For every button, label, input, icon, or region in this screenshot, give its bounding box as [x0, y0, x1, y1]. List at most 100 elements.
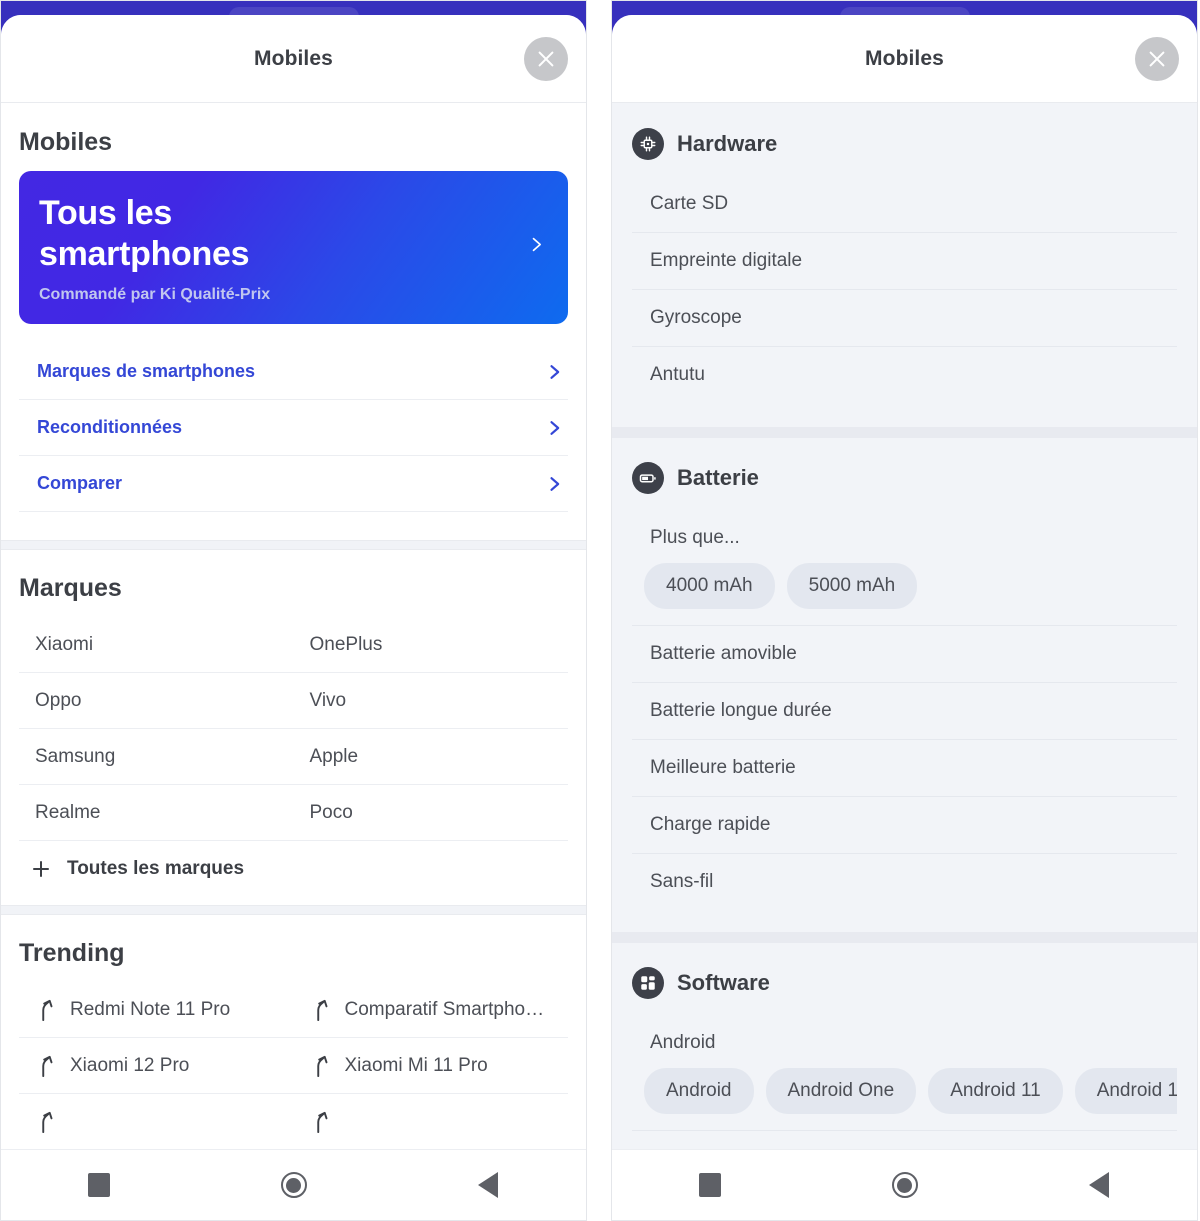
trending-item[interactable]: Comparatif Smartpho…	[293, 982, 568, 1038]
triangle-back-icon	[1089, 1172, 1110, 1198]
left-sheet-body[interactable]: Mobiles Tous les smartphones Commandé pa…	[1, 104, 586, 1220]
filter-section-label: Software	[677, 970, 770, 995]
section-divider	[612, 932, 1197, 943]
brand-label: OnePlus	[309, 633, 383, 655]
trending-item[interactable]	[293, 1094, 568, 1150]
filter-label: Sans-fil	[650, 871, 714, 892]
chip[interactable]: 5000 mAh	[786, 563, 918, 609]
chevron-right-icon	[544, 472, 568, 496]
filter-row[interactable]: Batterie longue durée	[632, 683, 1177, 740]
home-button[interactable]	[807, 1172, 1002, 1198]
link-row-marques-de-smartphones[interactable]: Marques de smartphones	[19, 344, 568, 400]
square-icon	[698, 1173, 721, 1197]
back-button[interactable]	[391, 1172, 586, 1198]
close-icon	[535, 48, 557, 70]
recents-button[interactable]	[612, 1173, 807, 1197]
left-sheet-header: Mobiles	[1, 15, 586, 103]
recents-button[interactable]	[1, 1173, 196, 1197]
filter-section-label: Batterie	[677, 465, 759, 490]
right-sheet-body[interactable]: Hardware Carte SD Empreinte digitale Gyr…	[612, 104, 1197, 1220]
back-button[interactable]	[1002, 1172, 1197, 1198]
brand-cell[interactable]: Apple	[293, 729, 568, 785]
link-row-reconditionnees[interactable]: Reconditionnées	[19, 400, 568, 456]
promo-card-all-smartphones[interactable]: Tous les smartphones Commandé par Ki Qua…	[19, 171, 568, 324]
brand-cell[interactable]: Xiaomi	[19, 617, 294, 673]
section-trending: Trending Redmi Note 11 Pro Comparatif Sm…	[1, 914, 586, 1154]
promo-subtitle: Commandé par Ki Qualité-Prix	[39, 285, 271, 303]
filter-label: Antutu	[650, 364, 705, 385]
brand-label: Poco	[309, 801, 353, 823]
right-sheet-header: Mobiles	[612, 15, 1197, 103]
trending-arrow-icon	[310, 997, 332, 1023]
trending-item[interactable]: Redmi Note 11 Pro	[19, 982, 294, 1038]
filter-label: Batterie longue durée	[650, 700, 832, 721]
chip[interactable]: 4000 mAh	[644, 563, 775, 609]
trending-arrow-icon	[35, 1053, 57, 1079]
square-icon	[87, 1173, 110, 1197]
trending-arrow-icon	[35, 1109, 57, 1135]
brand-label: Samsung	[35, 745, 116, 767]
filter-section-hardware: Hardware Carte SD Empreinte digitale Gyr…	[612, 104, 1197, 427]
right-phone-panel: Mobiles Hardware Carte SD Empreinte digi…	[611, 0, 1198, 1221]
all-brands-button[interactable]: Toutes les marques	[19, 841, 568, 905]
chevron-right-icon	[544, 360, 568, 384]
filter-row[interactable]: Gyroscope	[632, 290, 1177, 347]
filter-row-label: Android	[632, 1015, 1177, 1062]
filter-section-header: Hardware	[632, 104, 1177, 176]
brand-grid: Xiaomi OnePlus Oppo Vivo Samsung Apple R…	[19, 617, 568, 841]
plus-icon	[29, 857, 53, 881]
brand-cell[interactable]: OnePlus	[293, 617, 568, 673]
filter-row[interactable]: Empreinte digitale	[632, 233, 1177, 290]
close-button[interactable]	[1135, 36, 1179, 81]
chip[interactable]: Android	[644, 1068, 754, 1114]
filter-label: Empreinte digitale	[650, 250, 803, 271]
chevron-right-icon	[526, 232, 546, 263]
filter-row[interactable]: Charge rapide	[632, 797, 1177, 854]
filter-section-label: Hardware	[677, 131, 778, 156]
section-divider	[1, 904, 586, 915]
home-button[interactable]	[196, 1172, 391, 1198]
brand-label: Apple	[309, 745, 359, 767]
trending-label: Redmi Note 11 Pro	[70, 998, 231, 1020]
brand-cell[interactable]: Oppo	[19, 673, 294, 729]
filter-label: Charge rapide	[650, 814, 771, 835]
close-button[interactable]	[524, 36, 568, 81]
section-mobiles-title: Mobiles	[19, 128, 113, 156]
chip[interactable]: Android 11	[928, 1068, 1063, 1114]
chip[interactable]: Android One	[765, 1068, 917, 1114]
filter-label: Gyroscope	[650, 307, 742, 328]
filter-row[interactable]: Batterie amovible	[632, 626, 1177, 683]
trending-item[interactable]: Xiaomi Mi 11 Pro	[293, 1038, 568, 1094]
section-marques-title: Marques	[19, 573, 122, 602]
section-marques: Marques Xiaomi OnePlus Oppo Vivo Samsung…	[1, 549, 586, 905]
trending-label: Comparatif Smartpho…	[344, 998, 545, 1020]
filter-row[interactable]: Meilleure batterie	[632, 740, 1177, 797]
trending-arrow-icon	[35, 997, 57, 1023]
brand-cell[interactable]: Poco	[293, 785, 568, 841]
filter-label: Android	[650, 1032, 716, 1053]
link-row-comparer[interactable]: Comparer	[19, 456, 568, 512]
chip-row-android-versions: Android Android One Android 11 Android 1…	[632, 1062, 1177, 1131]
trending-item[interactable]: Xiaomi 12 Pro	[19, 1038, 294, 1094]
screenshot-root: Mobiles Mobiles Tous les smartphones Com…	[0, 0, 1200, 1221]
android-navigation-bar	[1, 1149, 586, 1220]
trending-arrow-icon	[310, 1109, 332, 1135]
brand-cell[interactable]: Samsung	[19, 729, 294, 785]
chevron-right-icon	[544, 416, 568, 440]
link-label: Marques de smartphones	[37, 361, 256, 382]
battery-icon	[632, 462, 664, 494]
left-bottom-sheet: Mobiles Mobiles Tous les smartphones Com…	[1, 15, 586, 1220]
trending-item[interactable]	[19, 1094, 294, 1150]
link-label: Reconditionnées	[37, 417, 183, 438]
brand-cell[interactable]: Vivo	[293, 673, 568, 729]
filter-row[interactable]: Antutu	[632, 347, 1177, 403]
chip[interactable]: Android 10	[1074, 1068, 1177, 1114]
section-divider	[1, 539, 586, 550]
circle-icon	[280, 1172, 307, 1198]
filter-row[interactable]: Sans-fil	[632, 854, 1177, 910]
filter-row[interactable]: Carte SD	[632, 176, 1177, 233]
all-brands-label: Toutes les marques	[67, 857, 245, 879]
brand-cell[interactable]: Realme	[19, 785, 294, 841]
filter-row-label: Plus que...	[632, 510, 1177, 557]
